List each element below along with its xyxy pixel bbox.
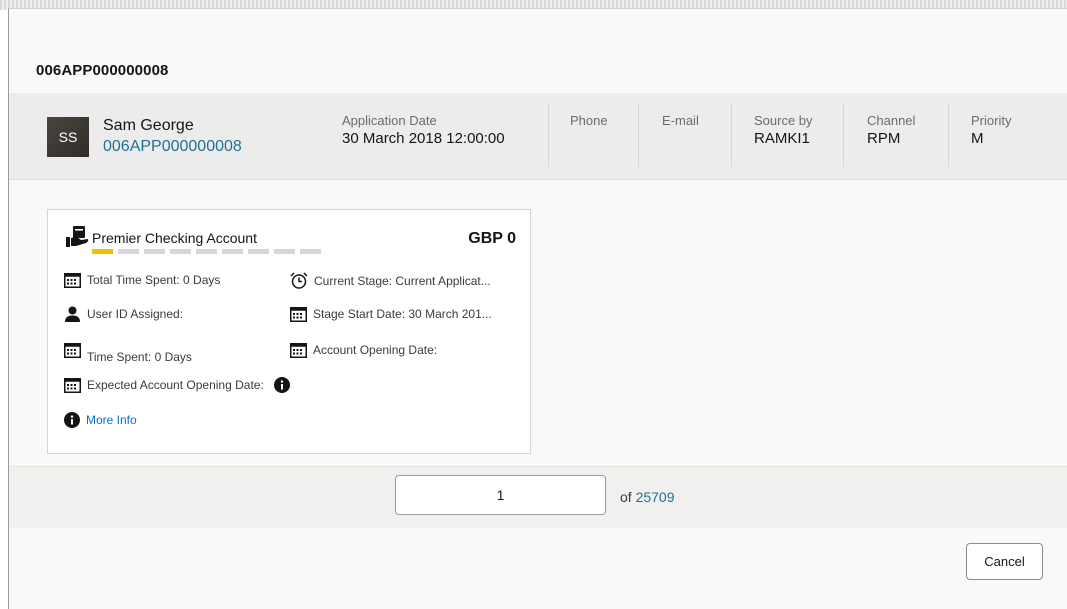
- applicant-name: Sam George: [103, 117, 194, 134]
- account-opening-date-row: Account Opening Date:: [290, 342, 437, 358]
- product-name: Premier Checking Account: [92, 230, 257, 246]
- progress-segment: [274, 249, 295, 254]
- cancel-button[interactable]: Cancel: [966, 543, 1043, 580]
- more-info-row[interactable]: More Info: [64, 412, 137, 428]
- progress-segment: [92, 249, 113, 254]
- stage-start-date-text: Stage Start Date: 30 March 201...: [313, 307, 492, 321]
- time-spent-row: Time Spent: 0 Days: [64, 342, 192, 364]
- progress-segment: [196, 249, 217, 254]
- application-date-label: Application Date: [342, 113, 437, 128]
- header-divider: [9, 179, 1067, 180]
- info-icon: [64, 412, 80, 428]
- header-separator: [948, 103, 949, 167]
- expected-opening-date-text: Expected Account Opening Date:: [87, 378, 264, 392]
- progress-segment: [118, 249, 139, 254]
- account-opening-date-text: Account Opening Date:: [313, 343, 438, 357]
- page-total: of 25709: [620, 489, 675, 505]
- application-card[interactable]: Premier Checking Account GBP 0 Total Tim…: [47, 209, 531, 454]
- phone-label: Phone: [570, 113, 608, 128]
- calendar-icon: [64, 343, 81, 358]
- avatar: SS: [47, 117, 89, 157]
- progress-segment: [144, 249, 165, 254]
- dialog-title: 006APP000000008: [36, 62, 169, 79]
- header-separator: [548, 103, 549, 167]
- priority-value: M: [971, 130, 984, 147]
- user-id-assigned-text: User ID Assigned:: [87, 307, 184, 321]
- header-separator: [638, 103, 639, 167]
- channel-label: Channel: [867, 113, 916, 128]
- product-icon: [66, 226, 89, 247]
- expected-opening-date-row: Expected Account Opening Date:: [64, 377, 296, 393]
- application-date-value: 30 March 2018 12:00:00: [342, 130, 505, 147]
- total-pages-link[interactable]: 25709: [636, 489, 675, 505]
- channel-value: RPM: [867, 130, 901, 147]
- source-value: RAMKI1: [754, 130, 810, 147]
- calendar-icon: [64, 378, 81, 393]
- time-spent-text: Time Spent: 0 Days: [87, 350, 192, 364]
- user-icon: [65, 306, 80, 322]
- info-icon[interactable]: [273, 377, 290, 393]
- current-stage-row: Current Stage: Current Applicat...: [290, 272, 491, 289]
- stage-progress-bar: [92, 249, 321, 254]
- page-number-input[interactable]: [395, 475, 606, 515]
- more-info-link[interactable]: More Info: [86, 413, 137, 427]
- stage-start-row: Stage Start Date: 30 March 201...: [290, 306, 492, 322]
- total-time-spent-text: Total Time Spent: 0 Days: [87, 273, 221, 287]
- header-separator: [843, 103, 844, 167]
- header-separator: [731, 103, 732, 167]
- calendar-icon: [64, 273, 81, 288]
- of-label: of: [620, 489, 632, 505]
- progress-segment: [170, 249, 191, 254]
- progress-segment: [300, 249, 321, 254]
- source-label: Source by: [754, 113, 813, 128]
- applicant-id-link[interactable]: 006APP000000008: [103, 138, 242, 156]
- calendar-icon: [290, 343, 307, 358]
- calendar-icon: [290, 307, 307, 322]
- product-amount: GBP 0: [468, 230, 516, 247]
- priority-label: Priority: [971, 113, 1012, 128]
- progress-segment: [248, 249, 269, 254]
- applicant-header: [9, 93, 1067, 179]
- alarm-clock-icon: [290, 272, 308, 289]
- email-label: E-mail: [662, 113, 699, 128]
- total-time-spent-row: Total Time Spent: 0 Days: [64, 272, 220, 288]
- current-stage-text: Current Stage: Current Applicat...: [314, 273, 491, 288]
- user-id-row: User ID Assigned:: [64, 306, 183, 322]
- progress-segment: [222, 249, 243, 254]
